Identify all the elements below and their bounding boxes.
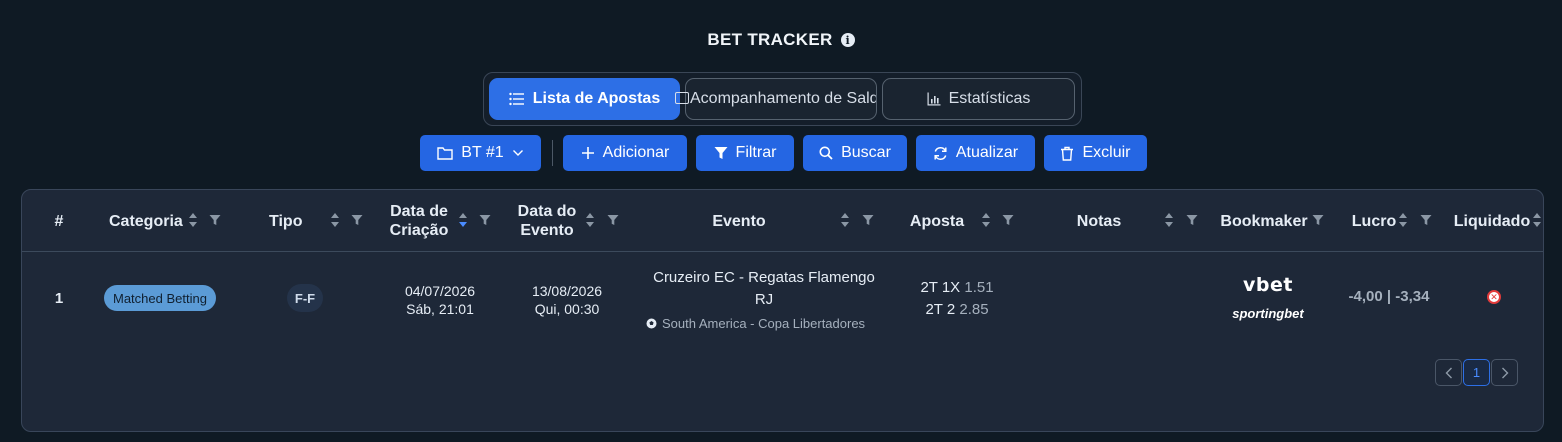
toolbar-divider — [552, 140, 553, 166]
filter-icon[interactable] — [1312, 214, 1324, 226]
delete-button[interactable]: Excluir — [1044, 135, 1147, 171]
folder-icon — [437, 147, 453, 160]
search-button[interactable]: Buscar — [803, 135, 907, 171]
filter-label: Filtrar — [735, 144, 777, 161]
sort-active-icon[interactable] — [458, 212, 468, 228]
filter-icon[interactable] — [209, 214, 221, 226]
chevron-right-icon[interactable] — [1491, 359, 1518, 386]
refresh-button[interactable]: Atualizar — [916, 135, 1035, 171]
col-header-lucro[interactable]: Lucro — [1352, 190, 1396, 252]
table-header: # Categoria Tipo Data de Criação Data do… — [22, 190, 1543, 252]
bets-table: # Categoria Tipo Data de Criação Data do… — [21, 189, 1544, 432]
wallet-icon — [675, 92, 689, 104]
tracker-label: BT #1 — [461, 144, 504, 161]
page-number-current[interactable]: 1 — [1463, 359, 1490, 386]
tracker-select-button[interactable]: BT #1 — [420, 135, 541, 171]
col-header-aposta[interactable]: Aposta — [910, 190, 964, 252]
filter-button[interactable]: Filtrar — [696, 135, 794, 171]
add-button[interactable]: Adicionar — [563, 135, 687, 171]
col-header-data-evento[interactable]: Data do Evento — [516, 190, 578, 252]
sort-icon[interactable] — [1532, 212, 1542, 228]
sort-icon[interactable] — [1164, 212, 1174, 228]
add-label: Adicionar — [602, 144, 670, 161]
filter-icon[interactable] — [1186, 214, 1198, 226]
table-row[interactable]: 1 Matched Betting F-F 04/07/2026 Sáb, 21… — [22, 254, 1543, 344]
refresh-icon — [934, 146, 947, 160]
view-tabs: Lista de Apostas Acompanhamento de Saldo… — [483, 72, 1082, 126]
sort-icon[interactable] — [188, 212, 198, 228]
x-circle-icon: ✕ — [1487, 290, 1501, 304]
col-header-num: # — [54, 212, 64, 230]
delete-label: Excluir — [1082, 144, 1131, 161]
bet-selections: 2T 1X 1.51 2T 2 2.85 — [902, 277, 1012, 321]
col-header-categoria[interactable]: Categoria — [109, 190, 183, 252]
event-name: Cruzeiro EC - Regatas Flamengo RJ — [653, 269, 875, 308]
tab-lista-de-apostas[interactable]: Lista de Apostas — [489, 78, 680, 120]
tab-acompanhamento-de-saldo[interactable]: Acompanhamento de Saldo — [685, 78, 877, 120]
event-league: South America - Copa Libertadores — [646, 316, 886, 331]
col-header-tipo[interactable]: Tipo — [269, 190, 303, 252]
bookmaker-logo-sportingbet: sportingbet — [1232, 306, 1304, 321]
tab-label: Estatísticas — [948, 90, 1031, 107]
refresh-label: Atualizar — [955, 144, 1019, 161]
trash-icon — [1061, 146, 1074, 161]
chevron-left-icon[interactable] — [1435, 359, 1462, 386]
tab-estatisticas[interactable]: Estatísticas — [882, 78, 1075, 120]
search-icon — [819, 146, 833, 160]
page-header: BET TRACKER i — [0, 30, 1562, 50]
chevron-down-icon — [512, 150, 523, 156]
search-label: Buscar — [841, 144, 891, 161]
sort-icon[interactable] — [981, 212, 991, 228]
filter-icon[interactable] — [607, 214, 619, 226]
col-header-evento[interactable]: Evento — [712, 190, 766, 252]
type-badge: F-F — [287, 284, 323, 312]
col-header-bookmaker[interactable]: Bookmaker — [1220, 190, 1307, 252]
bet-selection-1: 2T 1X 1.51 — [920, 279, 994, 296]
filter-icon — [714, 147, 728, 159]
list-icon — [509, 92, 524, 106]
tab-label: Lista de Apostas — [532, 90, 661, 107]
plus-icon — [581, 147, 594, 159]
info-icon[interactable]: i — [840, 33, 855, 47]
event-date: 13/08/2026 Qui, 00:30 — [531, 283, 603, 317]
col-header-notas[interactable]: Notas — [1076, 190, 1122, 252]
category-badge: Matched Betting — [104, 285, 216, 311]
sort-icon[interactable] — [585, 212, 595, 228]
filter-icon[interactable] — [479, 214, 491, 226]
page-title: BET TRACKER — [707, 30, 833, 49]
bookmaker-logo-vbet: vbet — [1243, 274, 1293, 296]
sort-icon[interactable] — [840, 212, 850, 228]
created-date: 04/07/2026 Sáb, 21:01 — [404, 283, 476, 317]
filter-icon[interactable] — [1420, 214, 1432, 226]
soccer-ball-icon — [646, 318, 657, 329]
bet-selection-2: 2T 2 2.85 — [925, 301, 989, 318]
col-header-liquidado[interactable]: Liquidado — [1454, 190, 1530, 252]
bar-chart-icon — [927, 92, 941, 106]
col-header-data-criacao[interactable]: Data de Criação — [388, 190, 450, 252]
pagination: 1 — [1435, 359, 1518, 386]
profit-value: -4,00 | -3,34 — [1348, 288, 1430, 305]
filter-icon[interactable] — [351, 214, 363, 226]
tab-label: Acompanhamento de Saldo — [690, 90, 877, 107]
filter-icon[interactable] — [862, 214, 874, 226]
row-number: 1 — [54, 290, 64, 307]
sort-icon[interactable] — [330, 212, 340, 228]
filter-icon[interactable] — [1002, 214, 1014, 226]
toolbar: BT #1 Adicionar Filtrar Buscar Atualizar — [420, 135, 1156, 171]
sort-icon[interactable] — [1398, 212, 1408, 228]
